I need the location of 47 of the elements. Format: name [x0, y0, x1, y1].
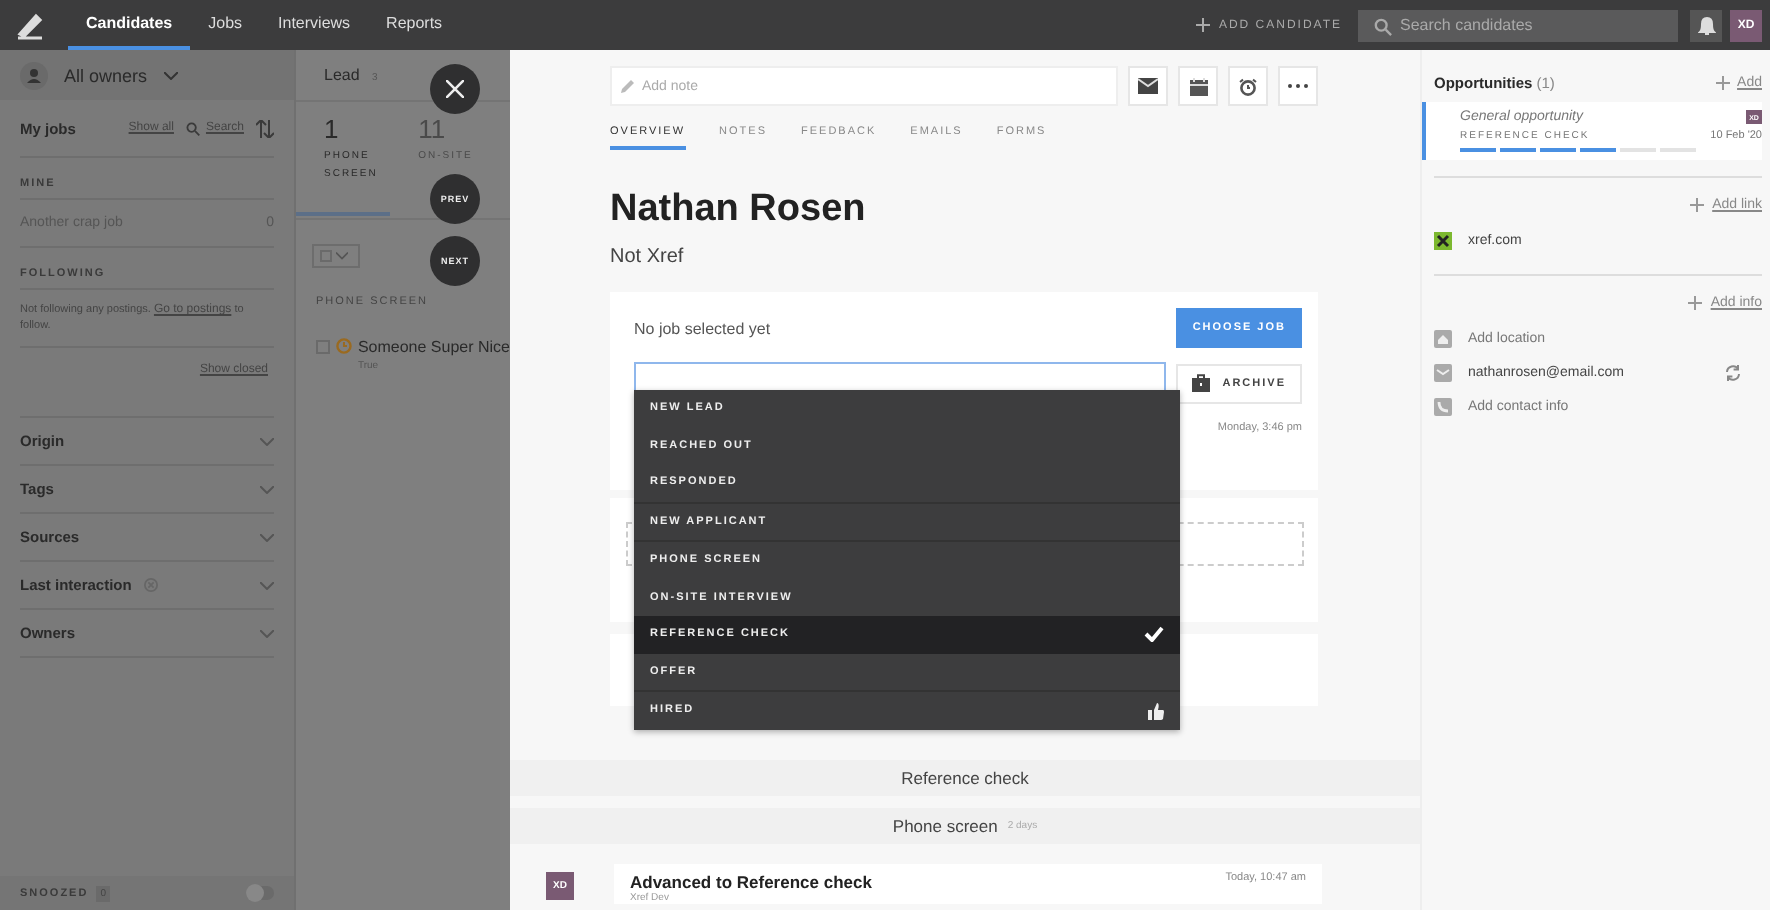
chevron-down-icon — [336, 252, 348, 260]
snoozed-toggle[interactable] — [246, 886, 274, 900]
clock-icon — [335, 338, 352, 354]
search-field[interactable]: Search candidates — [1358, 9, 1678, 41]
envelope-icon — [1434, 364, 1452, 382]
chevron-down-icon — [260, 437, 274, 445]
sort-icon[interactable] — [256, 119, 274, 137]
home-icon — [1434, 330, 1452, 348]
owner-dropdown[interactable]: All owners — [64, 65, 148, 85]
people-icon — [20, 61, 48, 89]
thumbs-up-icon — [1148, 701, 1164, 720]
section-title: Phone screen — [892, 816, 998, 836]
more-button[interactable] — [1278, 66, 1318, 106]
alarm-button[interactable] — [1228, 66, 1268, 106]
email-button[interactable] — [1128, 66, 1168, 106]
plus-icon — [1715, 76, 1730, 90]
refresh-icon[interactable] — [1724, 364, 1742, 382]
plus-icon — [1688, 296, 1703, 310]
close-icon — [446, 80, 464, 98]
pen-logo-icon — [16, 11, 44, 39]
plus-icon — [1690, 198, 1705, 212]
candidate-headline: Not Xref — [610, 246, 686, 268]
plus-icon — [1196, 18, 1211, 32]
notifications-button[interactable] — [1690, 9, 1722, 41]
calendar-button[interactable] — [1178, 66, 1218, 106]
bell-icon — [1697, 15, 1715, 35]
chevron-down-icon — [260, 581, 274, 589]
phone-icon — [1434, 398, 1452, 416]
no-job-message: No job selected yet — [634, 319, 771, 337]
briefcase-icon — [1192, 374, 1211, 392]
chevron-down-icon — [260, 485, 274, 493]
x-logo-icon — [1434, 232, 1452, 250]
chevron-down-icon — [163, 71, 178, 79]
candidate-name: Nathan Rosen — [610, 186, 868, 234]
nav-tab[interactable]: Interviews — [260, 0, 369, 50]
search-icon — [185, 121, 200, 135]
nav-tab[interactable]: Reports — [368, 0, 461, 50]
section-title: Reference check — [901, 768, 1029, 788]
alarm-clock-icon — [1238, 77, 1258, 95]
envelope-icon — [1138, 78, 1158, 94]
nav-tab[interactable]: Jobs — [190, 0, 261, 50]
candidate-name[interactable]: Someone Super Nice — [357, 338, 510, 356]
chevron-down-icon — [260, 533, 274, 541]
activity-title: Advanced to Reference check — [630, 872, 872, 892]
checkmark-icon — [1144, 626, 1164, 643]
calendar-icon — [1189, 77, 1207, 95]
chevron-down-icon — [260, 629, 274, 637]
